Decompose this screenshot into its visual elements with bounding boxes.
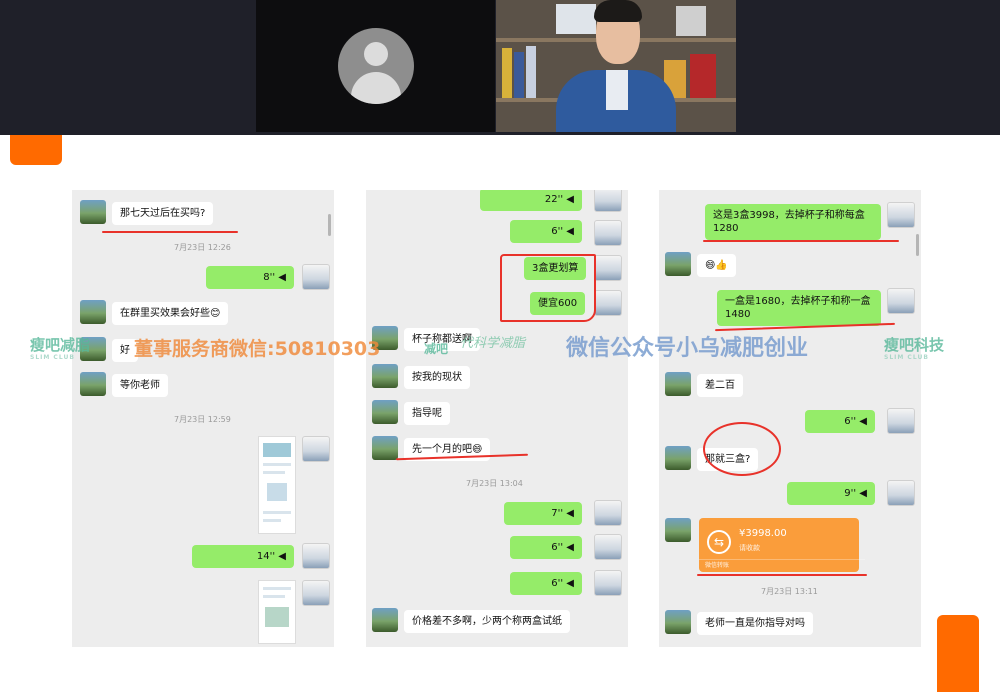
transfer-icon: ⇆ xyxy=(707,530,731,554)
chat-screenshot-2: 22'' ◀ 6'' ◀ 3盒更划算 便宜600 杯子称都送啊 按我的现状 指导… xyxy=(366,190,628,647)
participant-tile-avatar[interactable] xyxy=(256,0,495,132)
highlight-annotation xyxy=(500,254,596,322)
contact-avatar xyxy=(665,610,691,634)
contact-avatar xyxy=(372,400,398,424)
highlight-annotation xyxy=(703,422,781,476)
self-avatar xyxy=(594,570,622,596)
message-bubble: 😄👍 xyxy=(697,254,736,277)
voice-message[interactable]: 22'' ◀ xyxy=(480,190,582,211)
transfer-status: 请收款 xyxy=(739,544,760,552)
timestamp: 7月23日 12:26 xyxy=(174,243,231,252)
presenter-video xyxy=(556,0,676,132)
scrollbar[interactable] xyxy=(328,214,331,236)
self-avatar xyxy=(887,202,915,228)
message-bubble: 那七天过后在买吗? xyxy=(112,202,214,225)
participant-tile-video[interactable] xyxy=(496,0,736,132)
timestamp: 7月23日 13:04 xyxy=(466,479,523,488)
watermark-brand-right: 瘦吧科技 SLIM CLUB xyxy=(884,336,945,361)
self-avatar xyxy=(302,264,330,290)
voice-message[interactable]: 6'' ◀ xyxy=(510,220,582,243)
contact-avatar xyxy=(80,372,106,396)
contact-avatar xyxy=(80,300,106,324)
contact-avatar xyxy=(80,200,106,224)
message-bubble: 价格差不多啊，少两个称两盒试纸 xyxy=(404,610,570,633)
message-bubble: 这是3盒3998，去掉杯子和称每盒1280 xyxy=(705,204,881,240)
timestamp: 7月23日 13:11 xyxy=(761,587,818,596)
image-message[interactable] xyxy=(258,580,296,644)
contact-avatar xyxy=(665,252,691,276)
voice-message[interactable]: 9'' ◀ xyxy=(787,482,875,505)
self-avatar xyxy=(594,255,622,281)
message-bubble: 指导呢 xyxy=(404,402,450,425)
user-avatar-icon xyxy=(338,28,414,104)
voice-message[interactable]: 14'' ◀ xyxy=(192,545,294,568)
image-message[interactable] xyxy=(258,436,296,534)
voice-message[interactable]: 8'' ◀ xyxy=(206,266,294,289)
slide-accent-left xyxy=(10,135,62,165)
chat-screenshot-3: 这是3盒3998，去掉杯子和称每盒1280 😄👍 一盒是1680，去掉杯子和称一… xyxy=(659,190,921,647)
self-avatar xyxy=(594,290,622,316)
message-bubble: 等你老师 xyxy=(112,374,168,397)
watermark-mark: 减吧 xyxy=(424,342,449,356)
contact-avatar xyxy=(665,518,691,542)
self-avatar xyxy=(887,288,915,314)
self-avatar xyxy=(594,190,622,212)
watermark-contact: 董事服务商微信:50810303 xyxy=(134,338,381,360)
voice-message[interactable]: 6'' ◀ xyxy=(510,572,582,595)
transfer-card[interactable]: ⇆ ¥3998.00 请收款 微信转账 xyxy=(699,518,865,572)
transfer-amount: ¥3998.00 xyxy=(739,528,787,539)
self-avatar xyxy=(594,220,622,246)
self-avatar xyxy=(594,500,622,526)
voice-message[interactable]: 6'' ◀ xyxy=(805,410,875,433)
self-avatar xyxy=(887,480,915,506)
message-bubble: 差二百 xyxy=(697,374,743,397)
contact-avatar xyxy=(372,436,398,460)
scrollbar[interactable] xyxy=(916,234,919,256)
timestamp: 7月23日 12:59 xyxy=(174,415,231,424)
transfer-footer: 微信转账 xyxy=(699,559,865,572)
contact-avatar xyxy=(665,372,691,396)
voice-message[interactable]: 6'' ◀ xyxy=(510,536,582,559)
self-avatar xyxy=(302,543,330,569)
contact-avatar xyxy=(372,364,398,388)
message-bubble: 一盒是1680，去掉杯子和称一盒1480 xyxy=(717,290,881,326)
message-bubble: 按我的现状 xyxy=(404,366,470,389)
voice-message[interactable]: 7'' ◀ xyxy=(504,502,582,525)
message-bubble: 在群里买效果会好些😊 xyxy=(112,302,229,325)
self-avatar xyxy=(594,534,622,560)
watermark-brand-left: 瘦吧减脂 SLIM CLUB xyxy=(30,336,91,361)
message-bubble: 老师一直是你指导对吗 xyxy=(697,612,813,635)
self-avatar xyxy=(302,580,330,606)
chat-screenshot-1: 那七天过后在买吗? 7月23日 12:26 8'' ◀ 在群里买效果会好些😊 好… xyxy=(72,190,334,647)
contact-avatar xyxy=(665,446,691,470)
slide-accent-right xyxy=(937,615,979,692)
self-avatar xyxy=(302,436,330,462)
self-avatar xyxy=(887,408,915,434)
watermark-wechat-account: 微信公众号小乌减肥创业 xyxy=(566,336,809,361)
contact-avatar xyxy=(372,608,398,632)
watermark-script: 代科学减脂 xyxy=(460,336,526,351)
